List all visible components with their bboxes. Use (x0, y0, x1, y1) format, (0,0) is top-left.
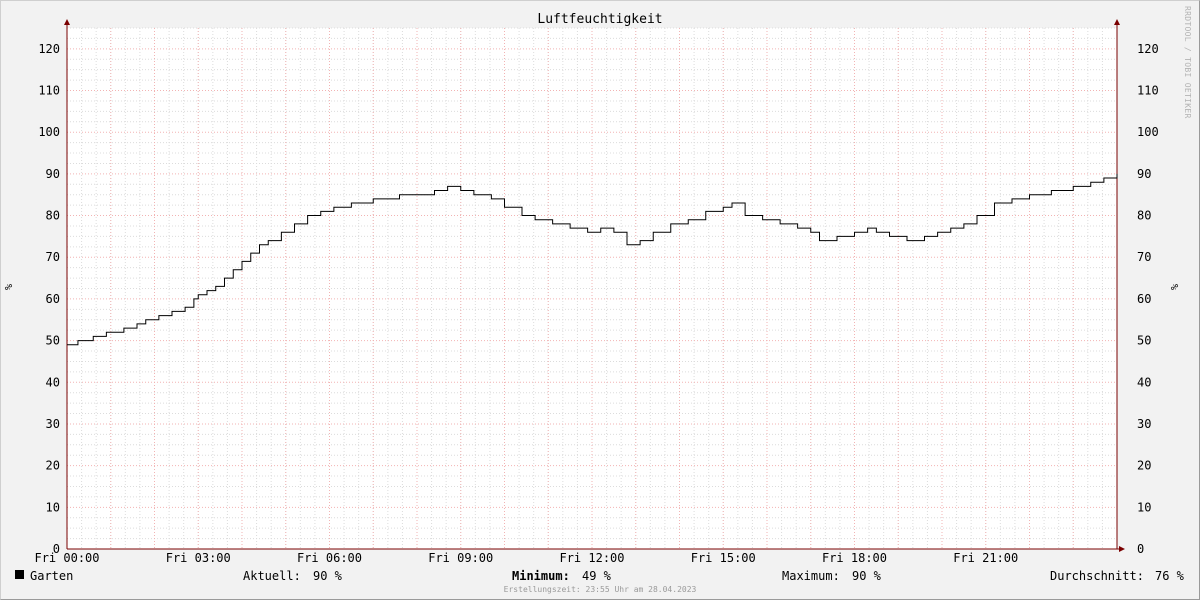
x-tick-label: Fri 03:00 (166, 551, 231, 565)
y-tick-label-left: 70 (46, 250, 60, 264)
y-tick-label-right: 120 (1137, 42, 1159, 56)
y-tick-label-left: 60 (46, 292, 60, 306)
footer-timestamp: Erstellungszeit: 23:55 Uhr am 28.04.2023 (503, 585, 697, 594)
y-axis-label-right: % (1170, 284, 1181, 290)
legend-current-label: Aktuell: (243, 569, 301, 583)
y-tick-label-left: 90 (46, 167, 60, 181)
watermark: RRDTOOL / TOBI OETIKER (1183, 6, 1192, 119)
x-axis-arrow (1119, 546, 1125, 552)
y-tick-label-left: 20 (46, 459, 60, 473)
y-tick-label-left: 110 (38, 84, 60, 98)
y-tick-label-right: 40 (1137, 375, 1151, 389)
x-tick-label: Fri 12:00 (559, 551, 624, 565)
y-tick-label-left: 30 (46, 417, 60, 431)
y-tick-label-right: 0 (1137, 542, 1144, 556)
legend-max-value: 90 % (852, 569, 881, 583)
y-tick-label-left: 120 (38, 42, 60, 56)
y-axis-left-arrow (64, 19, 70, 25)
legend-series-label: Garten (30, 569, 74, 583)
legend-avg-label: Durchschnitt: (1050, 569, 1144, 583)
legend-swatch (15, 570, 24, 579)
y-tick-label-right: 100 (1137, 125, 1159, 139)
y-tick-label-right: 70 (1137, 250, 1151, 264)
y-tick-label-right: 80 (1137, 209, 1151, 223)
y-axis-label-left: % (4, 284, 15, 290)
x-tick-label: Fri 21:00 (953, 551, 1018, 565)
legend-current-value: 90 % (313, 569, 342, 583)
y-tick-label-right: 30 (1137, 417, 1151, 431)
y-tick-label-right: 10 (1137, 500, 1151, 514)
x-tick-label: Fri 09:00 (428, 551, 493, 565)
y-tick-label-left: 10 (46, 500, 60, 514)
y-axis-right-arrow (1114, 19, 1120, 25)
y-tick-label-right: 60 (1137, 292, 1151, 306)
y-tick-label-left: 80 (46, 209, 60, 223)
y-tick-label-right: 20 (1137, 459, 1151, 473)
y-tick-label-right: 110 (1137, 84, 1159, 98)
legend-min-label: Minimum: (512, 569, 570, 583)
legend-max-label: Maximum: (782, 569, 840, 583)
y-tick-label-left: 100 (38, 125, 60, 139)
legend-avg-value: 76 % (1155, 569, 1184, 583)
x-tick-label: Fri 18:00 (822, 551, 887, 565)
y-tick-label-right: 50 (1137, 334, 1151, 348)
y-tick-label-left: 40 (46, 375, 60, 389)
chart-title: Luftfeuchtigkeit (537, 12, 662, 27)
y-tick-label-right: 90 (1137, 167, 1151, 181)
x-tick-label: Fri 15:00 (691, 551, 756, 565)
y-tick-label-left: 50 (46, 334, 60, 348)
x-tick-label: Fri 06:00 (297, 551, 362, 565)
legend-min-value: 49 % (582, 569, 611, 583)
chart: 0 010 1020 2030 3040 4050 5060 6070 7080 8090 9010… (4, 12, 1181, 565)
x-tick-label: Fri 00:00 (34, 551, 99, 565)
